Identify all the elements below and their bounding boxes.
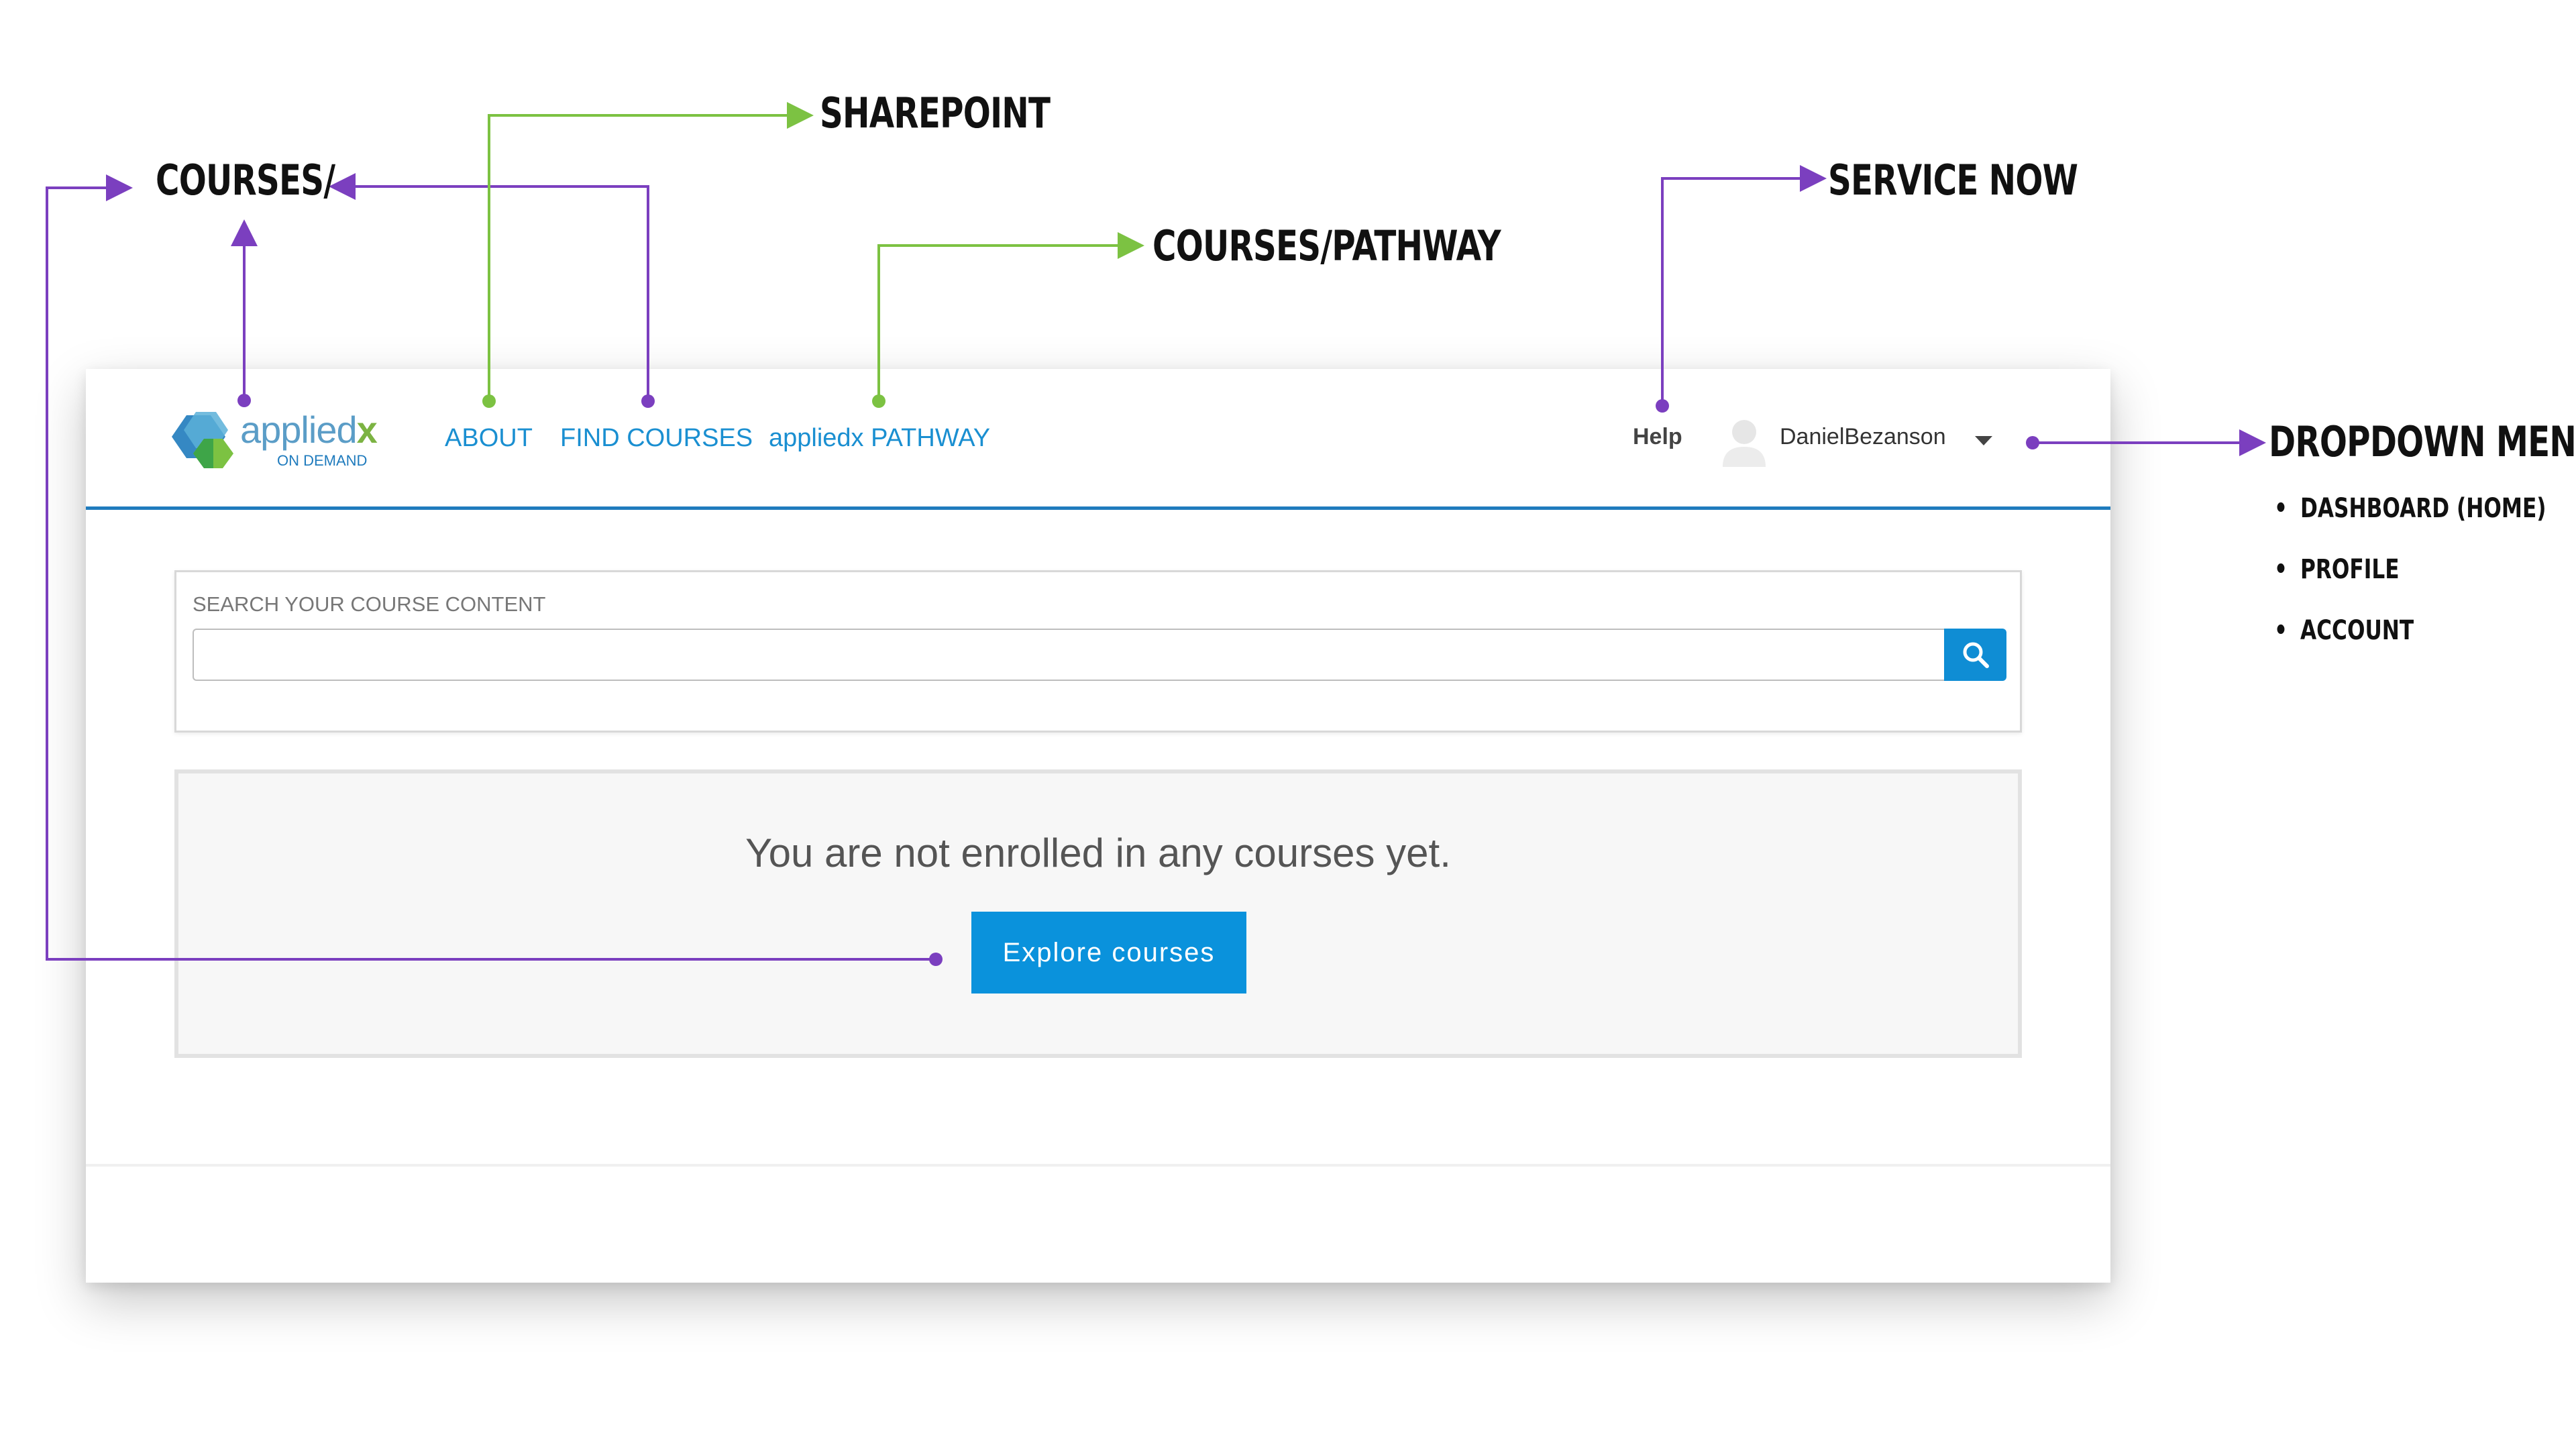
- search-label: SEARCH YOUR COURSE CONTENT: [193, 592, 546, 616]
- nav-find-courses-link[interactable]: FIND COURSES: [560, 424, 753, 453]
- dropdown-items-list: • DASHBOARD (HOME) • PROFILE • ACCOUNT: [2274, 493, 2576, 676]
- annotation-service-now: SERVICE NOW: [1828, 156, 2078, 205]
- empty-courses-panel: You are not enrolled in any courses yet.…: [174, 769, 2022, 1058]
- search-input[interactable]: [193, 629, 1945, 681]
- annotation-dropdown-menu: DROPDOWN MENU: [2269, 417, 2576, 466]
- dropdown-caret-icon[interactable]: [1975, 436, 1992, 445]
- site-header: appliedx ON DEMAND ABOUT FIND COURSES ap…: [86, 369, 2110, 510]
- search-icon: [1963, 642, 1989, 668]
- annotation-sharepoint: SHAREPOINT: [820, 89, 1051, 138]
- nav-about-link[interactable]: ABOUT: [445, 424, 533, 453]
- not-enrolled-message: You are not enrolled in any courses yet.: [745, 830, 1451, 875]
- logo-wordmark: appliedx: [240, 409, 378, 451]
- search-panel: SEARCH YOUR COURSE CONTENT: [174, 570, 2022, 733]
- help-link[interactable]: Help: [1633, 424, 1682, 450]
- connector-about-sharepoint: [488, 102, 814, 401]
- annotation-courses-pathway: COURSES/PATHWAY: [1152, 221, 1501, 270]
- explore-courses-button[interactable]: Explore courses: [971, 912, 1246, 994]
- search-button[interactable]: [1944, 629, 2006, 681]
- footer-divider: [86, 1164, 2110, 1167]
- annotation-courses: COURSES/: [156, 156, 335, 205]
- dropdown-item: • PROFILE: [2274, 554, 2400, 585]
- nav-appliedx-pathway-link[interactable]: appliedx PATHWAY: [769, 424, 990, 453]
- user-avatar-icon[interactable]: [1717, 413, 1771, 467]
- username-label[interactable]: DanielBezanson: [1780, 424, 1946, 450]
- logo-subtitle: ON DEMAND: [277, 452, 368, 469]
- dropdown-item: • DASHBOARD (HOME): [2274, 493, 2546, 524]
- dropdown-item: • ACCOUNT: [2274, 615, 2414, 646]
- lms-dashboard-window: appliedx ON DEMAND ABOUT FIND COURSES ap…: [86, 369, 2110, 1283]
